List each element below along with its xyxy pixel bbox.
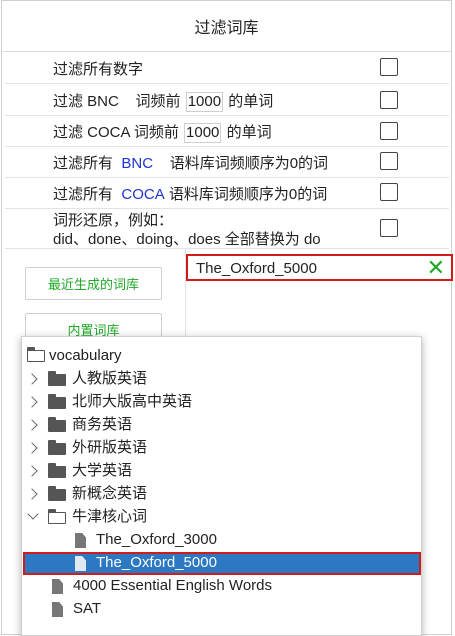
filter-row-coca-zero: 过滤所有 COCA 语料库词频顺序为0的词 bbox=[5, 177, 449, 209]
filter-label-numbers: 过滤所有数字 bbox=[53, 61, 144, 78]
filter-row-bnc-zero: 过滤所有 BNC 语料库词频顺序为0的词 bbox=[5, 146, 449, 178]
chevron-right-icon[interactable] bbox=[26, 442, 38, 454]
folder-open-icon bbox=[26, 346, 45, 362]
filter-bnc-suffix: 的单词 bbox=[228, 93, 274, 110]
selected-wordlist-value: The_Oxford_5000 bbox=[196, 260, 317, 277]
filter-numbers-checkbox[interactable] bbox=[380, 58, 398, 76]
chevron-right-icon[interactable] bbox=[26, 488, 38, 500]
filter-coca-zero-checkbox[interactable] bbox=[380, 183, 398, 201]
chevron-right-icon[interactable] bbox=[26, 465, 38, 477]
filter-coca-prefix: 过滤 COCA 词频前 bbox=[53, 124, 179, 141]
folder-icon bbox=[48, 486, 66, 501]
filter-row-numbers: 过滤所有数字 bbox=[5, 52, 449, 84]
tree-folder[interactable]: 商务英语 bbox=[72, 414, 132, 436]
bnc-rank-input[interactable]: 1000 bbox=[185, 92, 224, 112]
filter-coca-checkbox[interactable] bbox=[380, 122, 398, 140]
filter-bnc-zero-checkbox[interactable] bbox=[380, 152, 398, 170]
chevron-right-icon[interactable] bbox=[26, 419, 38, 431]
filter-coca-suffix: 的单词 bbox=[226, 124, 272, 141]
tree-file[interactable]: The_Oxford_3000 bbox=[96, 529, 217, 551]
lemma-label-line2: did、done、doing、does 全部替换为 do bbox=[53, 231, 321, 248]
tree-folder[interactable]: 外研版英语 bbox=[72, 437, 147, 459]
tree-file[interactable]: 4000 Essential English Words bbox=[73, 575, 272, 597]
tree-folder[interactable]: 北师大版高中英语 bbox=[72, 391, 192, 413]
filter-bnc-zero-suffix: 语料库词频顺序为0的词 bbox=[169, 155, 329, 172]
filter-bnc-checkbox[interactable] bbox=[380, 91, 398, 109]
filter-coca-zero-prefix: 过滤所有 bbox=[53, 186, 114, 203]
bnc-corpus-label: BNC bbox=[121, 155, 154, 172]
filter-bnc-prefix: 过滤 BNC bbox=[53, 93, 119, 110]
selected-wordlist-field[interactable]: The_Oxford_5000 ✕ bbox=[186, 254, 453, 281]
tree-folder-open[interactable]: 牛津核心词 bbox=[72, 506, 147, 528]
tree-file-selected[interactable]: The_Oxford_5000 bbox=[96, 552, 217, 574]
folder-icon bbox=[48, 394, 66, 409]
recent-wordlist-button[interactable]: 最近生成的词库 bbox=[25, 267, 162, 300]
file-icon bbox=[52, 579, 63, 594]
coca-rank-input[interactable]: 1000 bbox=[184, 123, 222, 143]
folder-icon bbox=[48, 440, 66, 455]
tree-folder[interactable]: 新概念英语 bbox=[72, 483, 147, 505]
lemma-label-line1: 词形还原，例如： bbox=[53, 212, 174, 229]
dialog-title: 过滤词库 bbox=[2, 1, 451, 52]
folder-open-icon bbox=[47, 508, 66, 524]
filter-row-bnc: 过滤 BNC 词频前 1000 的单词 bbox=[5, 84, 449, 116]
chevron-right-icon[interactable] bbox=[26, 396, 38, 408]
chevron-down-icon[interactable] bbox=[27, 508, 39, 520]
file-icon bbox=[75, 533, 86, 548]
filter-row-lemma: 词形还原，例如： did、done、doing、does 全部替换为 do bbox=[5, 208, 449, 249]
filter-coca-zero-suffix: 语料库词频顺序为0的词 bbox=[168, 186, 328, 203]
tree-folder[interactable]: 大学英语 bbox=[72, 460, 132, 482]
wordlist-tree-popup: vocabulary 人教版英语 北师大版高中英语 商务英语 外研版英语 大学英… bbox=[21, 336, 422, 636]
coca-corpus-label: COCA bbox=[121, 186, 165, 203]
folder-icon bbox=[48, 463, 66, 478]
close-icon[interactable]: ✕ bbox=[427, 256, 445, 280]
tree-folder[interactable]: 人教版英语 bbox=[72, 368, 147, 390]
filter-lemma-checkbox[interactable] bbox=[380, 219, 398, 237]
tree-file[interactable]: SAT bbox=[73, 598, 101, 620]
filter-bnc-zero-prefix: 过滤所有 bbox=[53, 155, 114, 172]
tree-root-vocabulary[interactable]: vocabulary bbox=[49, 345, 122, 367]
folder-icon bbox=[48, 371, 66, 386]
chevron-right-icon[interactable] bbox=[26, 373, 38, 385]
file-icon bbox=[52, 602, 63, 617]
folder-icon bbox=[48, 417, 66, 432]
filter-bnc-mid: 词频前 bbox=[135, 93, 181, 110]
filter-row-coca: 过滤 COCA 词频前 1000 的单词 bbox=[5, 115, 449, 147]
